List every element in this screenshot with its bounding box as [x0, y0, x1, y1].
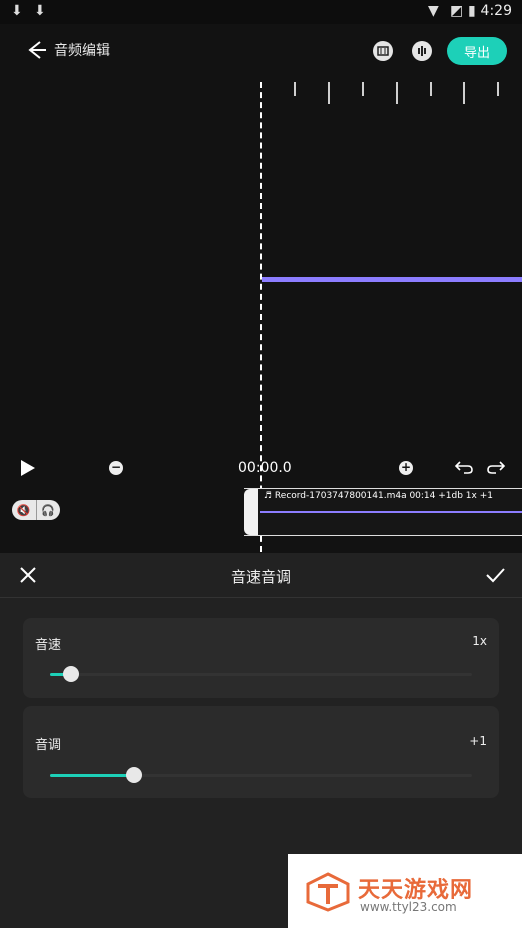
- waveform: [262, 277, 522, 282]
- voice-icon[interactable]: [412, 41, 432, 61]
- speed-slider[interactable]: [50, 666, 472, 682]
- speed-card: 音速 1x: [23, 618, 499, 698]
- zoom-in-icon[interactable]: +: [399, 461, 413, 475]
- playback-time: 00:00.0: [238, 460, 292, 476]
- clip-waveform: [260, 511, 522, 513]
- pitch-card: 音调 +1: [23, 706, 499, 798]
- page-title: 音频编辑: [54, 43, 110, 59]
- watermark-logo-icon: [306, 872, 350, 912]
- back-arrow-icon[interactable]: [22, 36, 50, 64]
- ruler-tick: [430, 82, 432, 96]
- battery-icon: ▮: [468, 3, 476, 19]
- watermark: 天天游戏网 www.ttyl23.com: [288, 854, 522, 928]
- playback-controls: − 00:00.0 +: [0, 452, 522, 486]
- speed-slider-thumb[interactable]: [63, 666, 80, 682]
- audio-clip[interactable]: ♬ Record-1703747800141.m4a 00:14 +1db 1x…: [244, 488, 522, 536]
- redo-icon[interactable]: [486, 458, 506, 480]
- ruler-tick: [463, 82, 465, 104]
- pitch-value: +1: [469, 734, 487, 748]
- no-sim-icon: ◩: [450, 3, 464, 19]
- download-icon: ⬇: [34, 3, 46, 19]
- pitch-slider-fill: [50, 774, 135, 777]
- pitch-label: 音调: [35, 738, 62, 753]
- status-time: 4:29: [480, 3, 512, 19]
- status-bar: ⬇ ⬇ ▼ ◩ ▮ 4:29: [0, 0, 522, 24]
- speed-label: 音速: [35, 638, 62, 653]
- clip-label: ♬ Record-1703747800141.m4a 00:14 +1db 1x…: [264, 491, 493, 501]
- ruler-tick: [294, 82, 296, 96]
- pitch-slider-thumb[interactable]: [126, 767, 143, 783]
- undo-icon[interactable]: [454, 458, 474, 480]
- subtitle-icon[interactable]: [373, 41, 393, 61]
- watermark-url: www.ttyl23.com: [360, 900, 457, 914]
- headphones-icon[interactable]: 🎧: [35, 500, 61, 520]
- pitch-slider[interactable]: [50, 767, 472, 783]
- ruler-tick: [362, 82, 364, 96]
- confirm-check-icon[interactable]: [484, 565, 506, 589]
- ruler-tick: [396, 82, 398, 104]
- panel-header: 音速音调: [0, 553, 522, 598]
- download-icon: ⬇: [11, 3, 23, 19]
- mute-icon[interactable]: 🔇: [12, 500, 36, 520]
- zoom-out-icon[interactable]: −: [109, 461, 123, 475]
- clip-trim-handle[interactable]: [244, 489, 258, 535]
- ruler-tick: [497, 82, 499, 96]
- wifi-icon: ▼: [428, 3, 439, 19]
- panel-title: 音速音调: [230, 568, 291, 586]
- audio-toggle-group: 🔇 🎧: [12, 500, 60, 520]
- export-button[interactable]: 导出: [447, 37, 507, 65]
- ruler-tick: [328, 82, 330, 104]
- speed-value: 1x: [472, 634, 487, 648]
- play-icon[interactable]: [18, 458, 38, 482]
- top-bar: 音频编辑 导出: [0, 24, 522, 80]
